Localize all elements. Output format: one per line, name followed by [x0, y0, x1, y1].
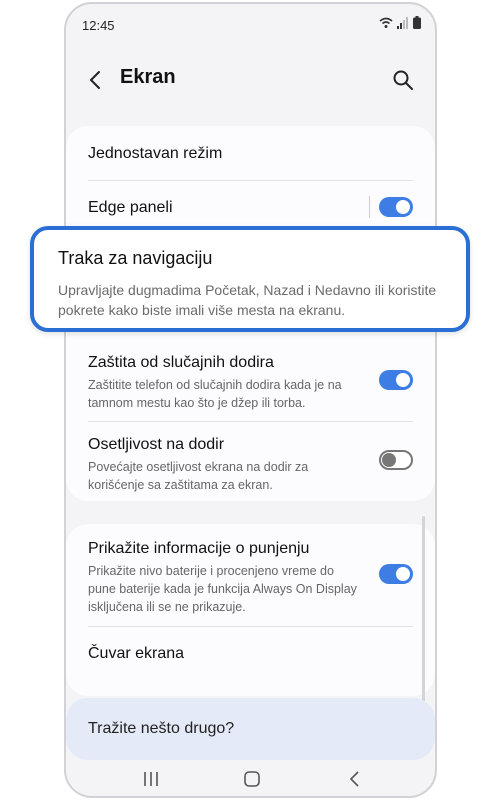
- setting-description: Zaštitite telefon od slučajnih dodira ka…: [88, 378, 342, 410]
- setting-screen-saver[interactable]: Čuvar ekrana: [66, 627, 435, 687]
- setting-title: Zaštita od slučajnih dodira: [88, 354, 274, 371]
- recents-icon[interactable]: [140, 768, 162, 790]
- setting-title: Jednostavan režim: [88, 145, 223, 162]
- separator: [369, 196, 370, 218]
- back-nav-icon[interactable]: [344, 768, 366, 790]
- page-title: Ekran: [120, 66, 176, 88]
- status-bar: 12:45: [66, 4, 435, 44]
- setting-title: Traka za navigaciju: [58, 248, 213, 268]
- setting-title: Prikažite informacije o punjenju: [88, 540, 310, 557]
- phone-frame: 12:45 Ekran Jednostavan režim Edge panel…: [64, 2, 437, 798]
- navigation-bar-setting-highlight[interactable]: Traka za navigaciju Upravljajte dugmadim…: [30, 226, 470, 332]
- search-icon[interactable]: [391, 68, 415, 92]
- wifi-icon: [379, 17, 393, 28]
- settings-card-secondary: Prikažite informacije o punjenju Prikaži…: [66, 524, 435, 696]
- charging-info-toggle[interactable]: [379, 564, 413, 584]
- setting-description: Povećajte osetljivost ekrana na dodir za…: [88, 460, 309, 492]
- setting-charging-info[interactable]: Prikažite informacije o punjenju Prikaži…: [66, 524, 435, 624]
- status-icons: [379, 16, 421, 29]
- setting-title: Osetljivost na dodir: [88, 436, 225, 453]
- setting-title: Čuvar ekrana: [88, 645, 185, 662]
- help-text: Tražite nešto drugo?: [88, 720, 235, 737]
- header: Ekran: [66, 56, 435, 104]
- help-card[interactable]: Tražite nešto drugo?: [66, 698, 435, 760]
- edge-panels-toggle[interactable]: [379, 197, 413, 217]
- accidental-touch-toggle[interactable]: [379, 370, 413, 390]
- home-icon[interactable]: [241, 768, 263, 790]
- status-time: 12:45: [82, 18, 115, 33]
- setting-description: Prikažite nivo baterije i procenjeno vre…: [88, 564, 357, 614]
- setting-simple-mode[interactable]: Jednostavan režim: [66, 126, 435, 180]
- setting-description: Upravljajte dugmadima Početak, Nazad i N…: [58, 282, 437, 318]
- navigation-bar: [66, 760, 435, 796]
- back-icon[interactable]: [84, 68, 108, 92]
- signal-icon: [397, 16, 408, 29]
- battery-icon: [413, 16, 421, 29]
- touch-sensitivity-toggle[interactable]: [379, 450, 413, 470]
- setting-title: Edge paneli: [88, 199, 173, 216]
- scrollbar[interactable]: [422, 516, 425, 702]
- setting-accidental-touch[interactable]: Zaštita od slučajnih dodira Zaštitite te…: [66, 344, 435, 420]
- setting-touch-sensitivity[interactable]: Osetljivost na dodir Povećajte osetljivo…: [66, 422, 435, 498]
